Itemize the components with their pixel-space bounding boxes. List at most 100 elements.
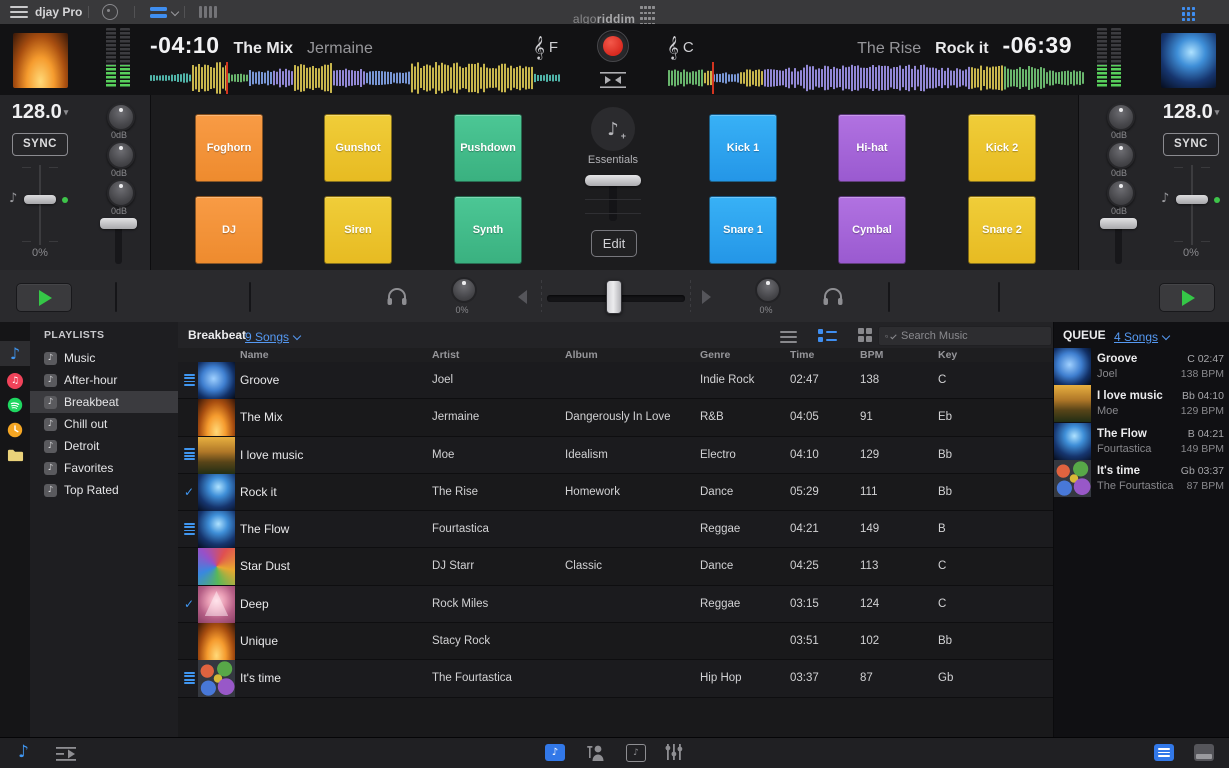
source-history[interactable]	[0, 417, 30, 442]
song-count-link[interactable]: 9 Songs	[245, 328, 302, 346]
queue-item[interactable]: The Flow Fourtastica B 04:21 149 BPM	[1054, 422, 1229, 460]
deck-right-sync-button[interactable]: SYNC	[1163, 133, 1219, 156]
sample-pad-foghorn[interactable]: Foghorn	[195, 114, 263, 182]
deck-left-volume-fader[interactable]	[100, 218, 137, 229]
search-input[interactable]	[899, 329, 1045, 343]
grid-view-icon[interactable]	[1182, 6, 1197, 23]
column-header-name[interactable]: Name	[240, 349, 269, 361]
view-list-art-icon[interactable]	[818, 329, 837, 345]
deck-left-eq-mid-knob[interactable]	[107, 141, 135, 169]
table-row[interactable]: It's time The Fourtastica Hip Hop 03:37 87 Gb	[178, 660, 1053, 698]
sampler-view-icon[interactable]: ♪	[545, 744, 565, 761]
panel-view-icon[interactable]	[1194, 744, 1214, 761]
sample-pad-pushdown[interactable]: Pushdown	[454, 114, 522, 182]
sample-pad-cymbal[interactable]: Cymbal	[838, 196, 906, 264]
sample-pad-synth[interactable]: Synth	[454, 196, 522, 264]
column-header-time[interactable]: Time	[790, 349, 814, 361]
sidebar-item-music[interactable]: ♪ Music	[30, 347, 178, 369]
mixer-icon[interactable]	[664, 743, 684, 761]
crossfader-handle[interactable]	[606, 280, 622, 314]
view-list-icon[interactable]	[780, 331, 797, 346]
sidebar-item-after-hour[interactable]: ♪ After-hour	[30, 369, 178, 391]
queue-item[interactable]: It's time The Fourtastica Gb 03:37 87 BPM	[1054, 459, 1229, 497]
library-view-icon[interactable]	[1154, 744, 1174, 761]
column-header-artist[interactable]: Artist	[432, 349, 459, 361]
loop-double-button[interactable]: ▶	[250, 283, 251, 312]
search-field[interactable]	[878, 326, 1052, 346]
sample-pad-kick-1[interactable]: Kick 1	[709, 114, 777, 182]
deck-right-set-cue-button[interactable]: SET	[999, 283, 1000, 312]
table-row[interactable]: Groove Joel Indie Rock 02:47 138 C	[178, 362, 1053, 400]
sidebar-item-chill-out[interactable]: ♪ Chill out	[30, 413, 178, 435]
sidebar-item-favorites[interactable]: ♪ Favorites	[30, 457, 178, 479]
table-row[interactable]: Unique Stacy Rock 03:51 102 Bb	[178, 623, 1053, 661]
cue-mix-knob-left[interactable]	[451, 277, 477, 303]
table-row[interactable]: Star Dust DJ Starr Classic Dance 04:25 113 C	[178, 548, 1053, 586]
looper-view-icon[interactable]: ♪	[626, 744, 646, 762]
deck-right-pitch-slider[interactable]	[1176, 195, 1208, 204]
column-header-key[interactable]: Key	[938, 349, 957, 361]
deck-left-jump-button[interactable]	[116, 283, 117, 312]
deck-right-volume-fader[interactable]	[1100, 218, 1137, 229]
column-header-row[interactable]: Name Artist Album Genre Time BPM Key	[178, 348, 1053, 363]
queue-count-link[interactable]: 4 Songs	[1114, 328, 1171, 346]
queue-item[interactable]: Groove Joel C 02:47 138 BPM	[1054, 348, 1229, 385]
record-button[interactable]	[597, 30, 629, 62]
deck-right-jump-button[interactable]	[999, 283, 1000, 312]
table-row[interactable]: ✓ Rock it The Rise Homework Dance 05:29 111 Bb	[178, 473, 1053, 512]
sample-pad-snare-1[interactable]: Snare 1	[709, 196, 777, 264]
table-row[interactable]: ✓ Deep Rock Miles Reggae 03:15 124 C	[178, 585, 1053, 624]
deck-right-headphone-icon[interactable]	[822, 287, 844, 306]
deck-left-pitch-slider[interactable]	[24, 195, 56, 204]
sample-volume-slider[interactable]	[585, 175, 641, 186]
table-row[interactable]: I love music Moe Idealism Electro 04:10 129 Bb	[178, 436, 1053, 474]
deck-right-eq-mid-knob[interactable]	[1107, 141, 1135, 169]
microphone-icon[interactable]	[586, 743, 606, 762]
cue-knob-left-value: 0%	[455, 305, 469, 315]
deck-left-eq-hi-knob[interactable]	[107, 103, 135, 131]
sample-pad-siren[interactable]: Siren	[324, 196, 392, 264]
deck-right-eq-lo-knob[interactable]	[1107, 179, 1135, 207]
sidebar-item-breakbeat[interactable]: ♪ Breakbeat	[30, 391, 178, 413]
loop-halve-button[interactable]: ◀	[250, 283, 251, 312]
deck-left-play-button[interactable]	[16, 283, 72, 312]
deck-left-set-cue-button[interactable]: SET	[116, 283, 117, 312]
deck-left-headphone-icon[interactable]	[386, 287, 408, 306]
deck-left-sync-button[interactable]: SYNC	[12, 133, 68, 156]
deck-right-eq-hi-knob[interactable]	[1107, 103, 1135, 131]
edit-samples-button[interactable]: Edit	[591, 230, 637, 257]
column-header-genre[interactable]: Genre	[700, 349, 730, 361]
loop-toggle-button[interactable]: 4	[889, 283, 890, 312]
source-spotify[interactable]	[0, 392, 30, 417]
deck-right-play-button[interactable]	[1159, 283, 1215, 312]
automix-crossfade-icon[interactable]	[599, 72, 627, 88]
deck-right-bpm[interactable]: 128.0 ▾	[1155, 101, 1227, 124]
deck-left-eq-lo-knob[interactable]	[107, 179, 135, 207]
sample-pad-kick-2[interactable]: Kick 2	[968, 114, 1036, 182]
loop-double-button[interactable]: ▶	[889, 283, 890, 312]
queue-item[interactable]: I love music Moe Bb 04:10 129 BPM	[1054, 385, 1229, 423]
column-header-album[interactable]: Album	[565, 349, 598, 361]
waveform-right[interactable]	[668, 62, 1085, 94]
source-files[interactable]	[0, 442, 30, 467]
sample-pad-gunshot[interactable]: Gunshot	[324, 114, 392, 182]
sidebar-item-detroit[interactable]: ♪ Detroit	[30, 435, 178, 457]
deck-left-bpm[interactable]: 128.0 ▾	[4, 101, 76, 124]
sample-pack-icon[interactable]: ♪ +	[591, 107, 635, 151]
cue-mix-knob-right[interactable]	[755, 277, 781, 303]
loop-halve-button[interactable]: ◀	[889, 283, 890, 312]
column-header-bpm[interactable]: BPM	[860, 349, 883, 361]
sample-pad-snare-2[interactable]: Snare 2	[968, 196, 1036, 264]
library-note-icon[interactable]: ♪	[18, 742, 29, 762]
loop-toggle-button[interactable]: 4	[250, 283, 251, 312]
waveform-left[interactable]	[150, 62, 560, 94]
sidebar-item-top-rated[interactable]: ♪ Top Rated	[30, 479, 178, 501]
source-music-library[interactable]: ♪	[0, 341, 30, 366]
table-row[interactable]: The Flow Fourtastica Reggae 04:21 149 B	[178, 511, 1053, 549]
automix-queue-icon[interactable]	[55, 747, 77, 761]
sample-pad-dj[interactable]: DJ	[195, 196, 263, 264]
source-itunes[interactable]: ♫	[0, 368, 30, 393]
table-row[interactable]: The Mix Jermaine Dangerously In Love R&B 04:…	[178, 399, 1053, 437]
view-grid-icon[interactable]	[858, 328, 872, 342]
sample-pad-hi-hat[interactable]: Hi-hat	[838, 114, 906, 182]
